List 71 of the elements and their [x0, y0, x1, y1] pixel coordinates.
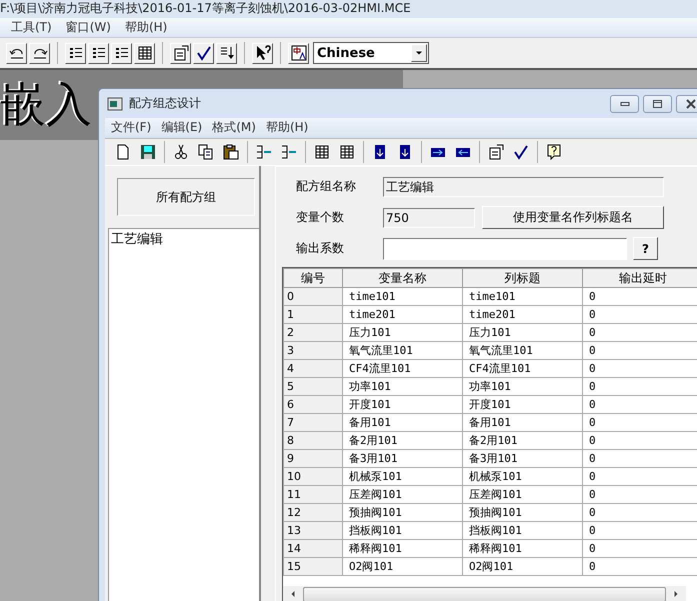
table-cell: 氧气流里101 [342, 342, 462, 360]
table-cell: time201 [462, 306, 582, 324]
table-cell: 4 [284, 360, 342, 378]
table-cell: 1 [284, 306, 342, 324]
dialog-title: 配方组态设计 [129, 95, 201, 112]
table-cell: time101 [342, 288, 462, 306]
table-cell: 备2用101 [342, 432, 462, 450]
table-cell: 备用101 [342, 414, 462, 432]
window-title: F:\项目\济南力冠电子科技\2016-01-17等离子刻蚀机\2016-03-02HMI.MCE [0, 0, 697, 18]
column-header[interactable]: 列标题 [462, 268, 582, 288]
table-cell: 15 [284, 558, 342, 576]
table-cell: 12 [284, 504, 342, 522]
table-cell: 稀释阀101 [342, 540, 462, 558]
table-cell: time201 [342, 306, 462, 324]
table-cell: 功率101 [462, 378, 582, 396]
table-cell: 备2用101 [462, 432, 582, 450]
table-cell: 开度101 [462, 396, 582, 414]
field-label: 输出系数 [296, 240, 345, 257]
table-cell: 3 [284, 342, 342, 360]
table-cell: 7 [284, 414, 342, 432]
dropdown-value: Chinese [316, 46, 376, 60]
table-cell: 压差阀101 [462, 486, 582, 504]
table-cell: 备3用101 [342, 450, 462, 468]
menu-item[interactable]: 编辑(E) [157, 118, 208, 136]
table-cell: 挡板阀101 [462, 522, 582, 540]
table-cell: 预抽阀101 [342, 504, 462, 522]
table-cell: 开度101 [342, 396, 462, 414]
table-cell: CF4流里101 [462, 360, 582, 378]
table-cell: 机械泵101 [342, 468, 462, 486]
table-cell: 挡板阀101 [342, 522, 462, 540]
column-header[interactable]: 编号 [284, 268, 342, 288]
table-cell: 11 [284, 486, 342, 504]
list-item[interactable]: 工艺编辑 [109, 229, 259, 249]
column-header[interactable]: 变量名称 [342, 268, 462, 288]
menu-item[interactable]: 文件(F) [107, 118, 158, 136]
field-label: 变量个数 [296, 209, 345, 226]
field-label: 配方组名称 [296, 178, 357, 195]
table-cell: 0 [284, 288, 342, 306]
table-cell: 稀释阀101 [462, 540, 582, 558]
table-cell: 预抽阀101 [462, 504, 582, 522]
table-cell: 功率101 [342, 378, 462, 396]
table-cell: 5 [284, 378, 342, 396]
language-dropdown[interactable]: Chinese [313, 42, 429, 64]
table-cell: 10 [284, 468, 342, 486]
column-header[interactable]: 输出延时 [582, 268, 697, 288]
table-cell: 备用101 [462, 414, 582, 432]
table-cell: 6 [284, 396, 342, 414]
table-cell: 9 [284, 450, 342, 468]
use-names-button[interactable]: 使用变量名作列标题名 [482, 206, 664, 229]
all-groups-button[interactable]: 所有配方组 [117, 178, 255, 216]
table-cell: time101 [462, 288, 582, 306]
table-cell: 压力101 [342, 324, 462, 342]
banner-text: 嵌入 [0, 78, 92, 132]
table-cell: CF4流里101 [342, 360, 462, 378]
table-cell: O2阀101 [342, 558, 462, 576]
menu-item[interactable]: 帮助(H) [118, 19, 174, 36]
table-cell: 2 [284, 324, 342, 342]
help-button[interactable]: ? [633, 237, 658, 260]
table-cell: 压力101 [462, 324, 582, 342]
table-cell: 氧气流里101 [462, 342, 582, 360]
table-cell: 机械泵101 [462, 468, 582, 486]
menu-item[interactable]: 格式(M) [208, 118, 262, 136]
menu-item[interactable]: 帮助(H) [262, 118, 314, 136]
table-cell: 8 [284, 432, 342, 450]
table-cell: 14 [284, 540, 342, 558]
menu-item[interactable]: 工具(T) [4, 19, 59, 36]
table-cell: 13 [284, 522, 342, 540]
menu-item[interactable]: 窗口(W) [58, 19, 118, 36]
table-cell: 压差阀101 [342, 486, 462, 504]
table-cell: O2阀101 [462, 558, 582, 576]
table-cell: 备3用101 [462, 450, 582, 468]
